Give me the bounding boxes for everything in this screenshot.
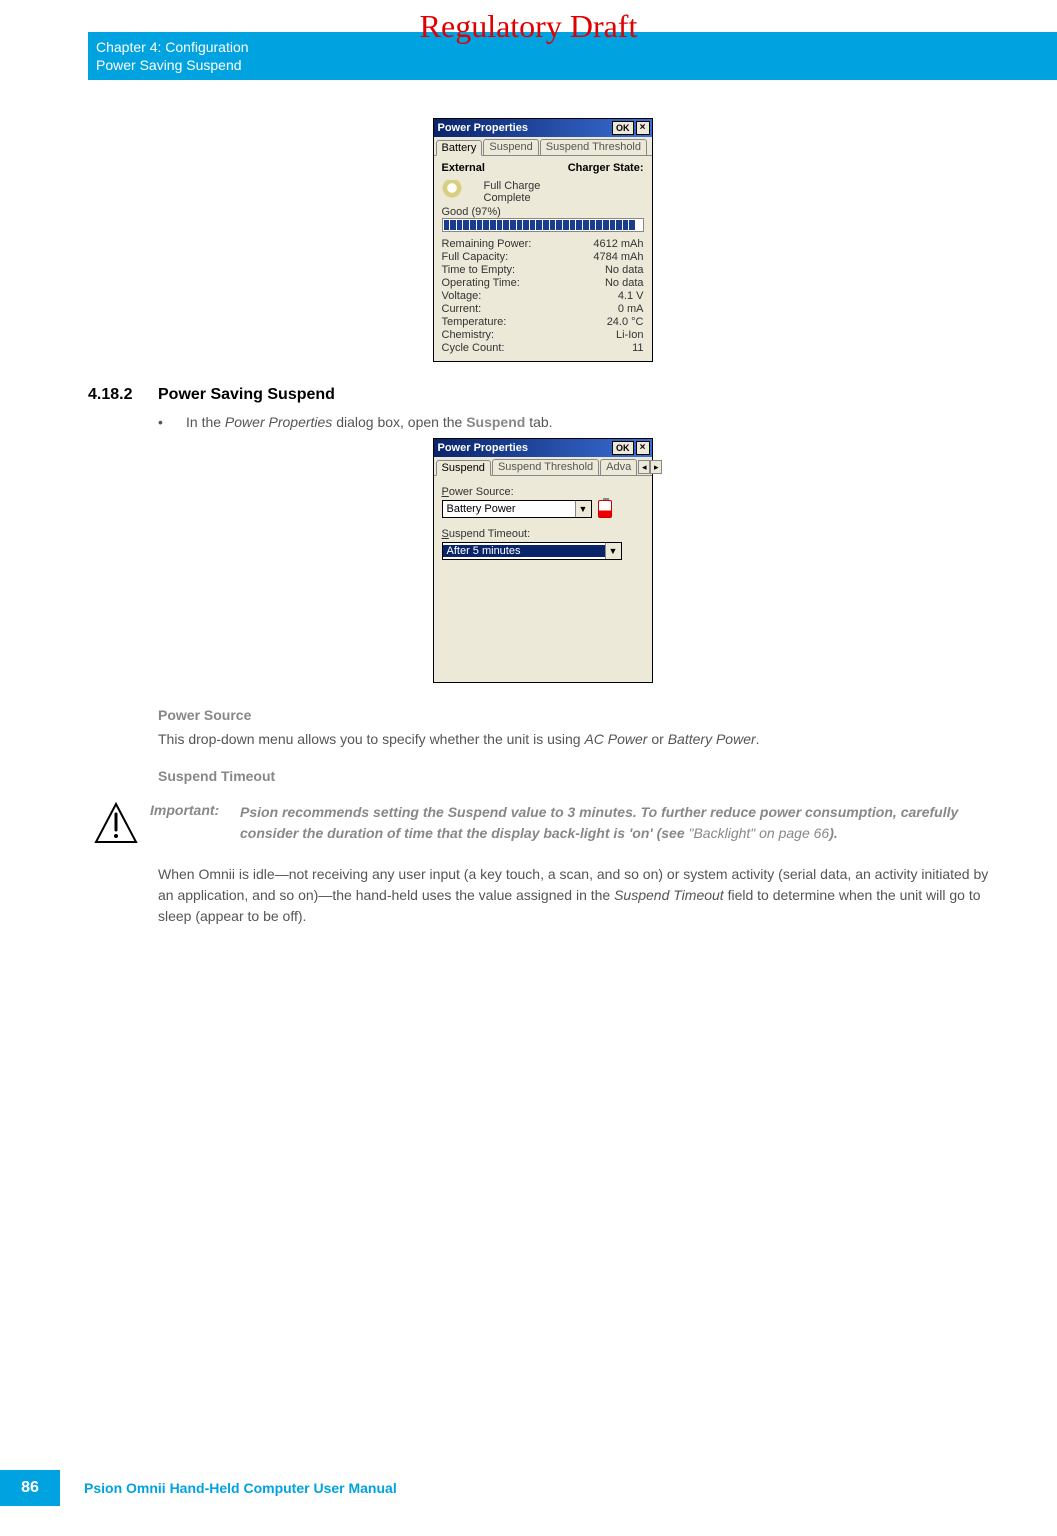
warning-icon bbox=[94, 802, 138, 846]
plug-icon bbox=[442, 180, 462, 200]
title-bar: Power Properties OK × bbox=[434, 439, 652, 457]
important-text: Psion recommends setting the Suspend val… bbox=[240, 802, 997, 846]
section-heading: 4.18.2 Power Saving Suspend bbox=[88, 386, 997, 404]
tab-strip: Battery Suspend Suspend Threshold bbox=[434, 137, 652, 156]
chevron-down-icon[interactable]: ▼ bbox=[605, 543, 621, 559]
bullet-marker: • bbox=[158, 414, 186, 430]
stat-row: Current:0 mA bbox=[442, 303, 644, 315]
tab-scroll-nav[interactable]: ◂ ▸ bbox=[638, 459, 662, 475]
tab-advanced[interactable]: Adva bbox=[600, 459, 637, 475]
close-button[interactable]: × bbox=[636, 441, 650, 455]
section-number: 4.18.2 bbox=[88, 386, 158, 404]
tab-suspend-threshold[interactable]: Suspend Threshold bbox=[540, 139, 647, 155]
tab-strip: Suspend Suspend Threshold Adva ◂ ▸ bbox=[434, 457, 652, 476]
battery-status-label: Good (97%) bbox=[442, 206, 644, 218]
battery-icon bbox=[598, 500, 612, 518]
stat-row: Temperature:24.0 °C bbox=[442, 316, 644, 328]
tab-nav-left-icon[interactable]: ◂ bbox=[638, 460, 650, 474]
tab-suspend[interactable]: Suspend bbox=[483, 139, 538, 155]
chapter-section: Power Saving Suspend bbox=[96, 56, 1049, 74]
suspend-timeout-heading: Suspend Timeout bbox=[158, 768, 997, 784]
stat-row: Remaining Power:4612 mAh bbox=[442, 238, 644, 250]
backlight-cross-ref: "Backlight" on page 66 bbox=[689, 825, 830, 841]
charger-state-text: Full Charge Complete bbox=[484, 180, 541, 204]
chevron-down-icon[interactable]: ▼ bbox=[575, 501, 591, 517]
page-number: 86 bbox=[0, 1470, 60, 1506]
tab-battery[interactable]: Battery bbox=[436, 140, 483, 156]
title-bar: Power Properties OK × bbox=[434, 119, 652, 137]
tab-suspend-threshold[interactable]: Suspend Threshold bbox=[492, 459, 599, 475]
dialog-body: Power Source: Battery Power ▼ Suspend Ti… bbox=[434, 476, 652, 682]
bullet-instruction: • In the Power Properties dialog box, op… bbox=[158, 414, 997, 430]
tab-suspend[interactable]: Suspend bbox=[436, 460, 491, 476]
ok-button[interactable]: OK bbox=[612, 441, 634, 455]
charger-line-1: Full Charge bbox=[484, 180, 541, 192]
ok-button[interactable]: OK bbox=[612, 121, 634, 135]
suspend-timeout-label: Suspend Timeout: bbox=[442, 528, 644, 540]
charger-line-2: Complete bbox=[484, 192, 541, 204]
page-footer: 86 Psion Omnii Hand-Held Computer User M… bbox=[0, 1470, 1057, 1506]
power-source-heading: Power Source bbox=[158, 707, 997, 723]
power-source-value: Battery Power bbox=[443, 503, 575, 515]
tab-nav-right-icon[interactable]: ▸ bbox=[650, 460, 662, 474]
dialog-title: Power Properties bbox=[438, 442, 613, 454]
dialog-title: Power Properties bbox=[438, 122, 613, 134]
important-label: Important: bbox=[150, 802, 240, 846]
power-properties-dialog-battery: Power Properties OK × Battery Suspend Su… bbox=[433, 118, 653, 362]
dialog-body: External Charger State: Full Charge Comp… bbox=[434, 156, 652, 361]
suspend-timeout-dropdown[interactable]: After 5 minutes ▼ bbox=[442, 542, 622, 560]
watermark: Regulatory Draft bbox=[0, 8, 1057, 45]
power-source-label: Power Source: bbox=[442, 486, 644, 498]
important-note: Important: Psion recommends setting the … bbox=[88, 802, 997, 846]
col-charger-state: Charger State: bbox=[568, 162, 644, 174]
battery-stats: Remaining Power:4612 mAh Full Capacity:4… bbox=[442, 238, 644, 354]
page-content: Power Properties OK × Battery Suspend Su… bbox=[88, 110, 997, 927]
stat-row: Voltage:4.1 V bbox=[442, 290, 644, 302]
power-source-dropdown[interactable]: Battery Power ▼ bbox=[442, 500, 592, 518]
bullet-text: In the Power Properties dialog box, open… bbox=[186, 414, 997, 430]
stat-row: Cycle Count:11 bbox=[442, 342, 644, 354]
stat-row: Time to Empty:No data bbox=[442, 264, 644, 276]
stat-row: Operating Time:No data bbox=[442, 277, 644, 289]
stat-row: Full Capacity:4784 mAh bbox=[442, 251, 644, 263]
footer-title: Psion Omnii Hand-Held Computer User Manu… bbox=[84, 1480, 397, 1496]
close-button[interactable]: × bbox=[636, 121, 650, 135]
suspend-timeout-value: After 5 minutes bbox=[443, 545, 605, 557]
power-properties-dialog-suspend: Power Properties OK × Suspend Suspend Th… bbox=[433, 438, 653, 683]
power-source-paragraph: This drop-down menu allows you to specif… bbox=[158, 729, 997, 750]
suspend-timeout-paragraph: When Omnii is idle—not receiving any use… bbox=[158, 864, 997, 927]
section-title: Power Saving Suspend bbox=[158, 386, 335, 404]
col-external: External bbox=[442, 162, 485, 174]
stat-row: Chemistry:Li-Ion bbox=[442, 329, 644, 341]
battery-progress bbox=[442, 218, 644, 232]
